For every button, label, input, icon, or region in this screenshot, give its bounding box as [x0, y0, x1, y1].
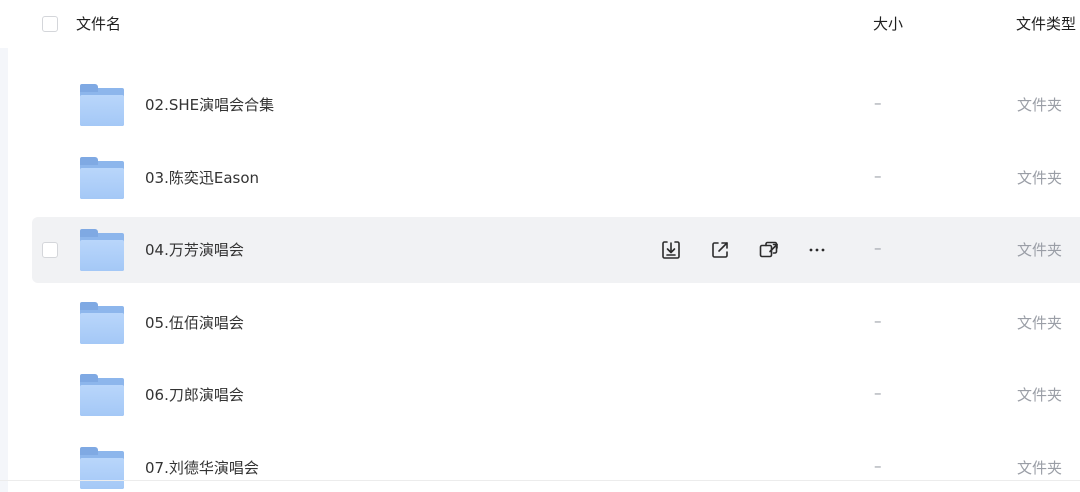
- list-bottom-divider: [0, 480, 1080, 481]
- file-name[interactable]: 04.万芳演唱会: [145, 239, 244, 260]
- folder-icon: [80, 229, 124, 271]
- file-size: –: [874, 239, 882, 257]
- file-size: –: [874, 384, 882, 402]
- file-size: –: [874, 94, 882, 112]
- file-size: –: [874, 457, 882, 475]
- list-item[interactable]: 06.刀郎演唱会 – 文件夹: [32, 362, 1080, 428]
- column-header-size[interactable]: 大小: [873, 13, 903, 34]
- file-type: 文件夹: [1017, 314, 1063, 332]
- file-name[interactable]: 07.刘德华演唱会: [145, 457, 259, 478]
- folder-icon: [80, 302, 124, 344]
- row-actions: [660, 239, 830, 261]
- file-name[interactable]: 05.伍佰演唱会: [145, 312, 244, 333]
- column-header-type[interactable]: 文件类型: [1016, 13, 1076, 34]
- file-type: 文件夹: [1017, 96, 1063, 114]
- file-type: 文件夹: [1017, 169, 1063, 187]
- list-item-hovered[interactable]: 04.万芳演唱会 – 文件夹: [32, 217, 1080, 283]
- list-header: 文件名 大小 文件类型: [0, 0, 1080, 48]
- file-type: 文件夹: [1017, 241, 1063, 259]
- more-icon[interactable]: [806, 239, 828, 261]
- list-item[interactable]: 02.SHE演唱会合集 – 文件夹: [32, 72, 1080, 138]
- select-all-checkbox[interactable]: [42, 16, 58, 32]
- list-item[interactable]: 07.刘德华演唱会 – 文件夹: [32, 435, 1080, 492]
- copy-link-icon[interactable]: [758, 239, 780, 261]
- download-icon[interactable]: [660, 239, 682, 261]
- file-list: 02.SHE演唱会合集 – 文件夹 03.陈奕迅Eason – 文件夹 04.万…: [0, 0, 1080, 492]
- file-type: 文件夹: [1017, 459, 1063, 477]
- folder-icon: [80, 157, 124, 199]
- file-size: –: [874, 312, 882, 330]
- file-name[interactable]: 02.SHE演唱会合集: [145, 94, 274, 115]
- folder-icon: [80, 447, 124, 489]
- column-header-name[interactable]: 文件名: [76, 13, 121, 34]
- file-type: 文件夹: [1017, 386, 1063, 404]
- file-name[interactable]: 06.刀郎演唱会: [145, 384, 244, 405]
- row-checkbox[interactable]: [42, 242, 58, 258]
- file-name[interactable]: 03.陈奕迅Eason: [145, 167, 259, 188]
- list-item[interactable]: 03.陈奕迅Eason – 文件夹: [32, 145, 1080, 211]
- folder-icon: [80, 84, 124, 126]
- share-icon[interactable]: [709, 239, 731, 261]
- list-item[interactable]: 05.伍佰演唱会 – 文件夹: [32, 290, 1080, 356]
- file-size: –: [874, 167, 882, 185]
- folder-icon: [80, 374, 124, 416]
- file-list-view: 02.SHE演唱会合集 – 文件夹 03.陈奕迅Eason – 文件夹 04.万…: [0, 0, 1080, 492]
